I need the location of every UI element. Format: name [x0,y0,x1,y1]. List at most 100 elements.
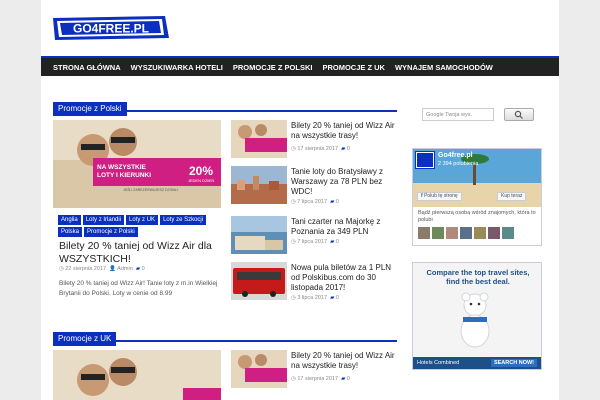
tag[interactable]: Polska [58,227,83,237]
section-header-uk: Promocje z UK [53,328,397,346]
featured-meta: ◷ 22 sierpnia 2017 👤 Admin ▰ 0 [59,266,145,272]
user-icon: 👤 [109,266,116,272]
comment-count[interactable]: 0 [142,266,145,272]
clock-icon: ◷ [291,199,296,205]
avatar[interactable] [460,227,472,239]
list-item-title[interactable]: Bilety 20 % taniej od Wizz Air na wszyst… [291,121,399,141]
post-thumbnail[interactable] [231,216,287,254]
list-item-meta: ◷ 3 lipca 2017 ▰ 0 [291,295,339,301]
featured-image[interactable]: NA WSZYSTKIE LOTY I KIERUNKI 20% JEDEN D… [53,120,221,208]
nav-item-promo-poland[interactable]: PROMOCJE Z POLSKI [233,63,313,72]
clock-icon: ◷ [291,295,296,301]
fb-page-name[interactable]: Go4free.pl [438,152,473,159]
page: GO4FREE.PL STRONA GŁÓWNA WYSZUKIWARKA HO… [41,0,559,400]
tag[interactable]: Promocje z Polski [84,227,138,237]
list-item-title[interactable]: Nowa pula biletów za 1 PLN od Polskibus.… [291,263,399,293]
clock-icon: ◷ [291,239,296,245]
post-date: 3 lipca 2017 [297,295,328,301]
main-nav: STRONA GŁÓWNA WYSZUKIWARKA HOTELI PROMOC… [41,56,559,76]
avatar[interactable] [446,227,458,239]
avatar[interactable] [474,227,486,239]
fb-likes: 2 394 polubienia [438,161,479,167]
section-header-poland: Promocje z Polski [53,98,397,116]
post-thumbnail[interactable] [231,262,287,300]
clock-icon: ◷ [291,146,296,152]
comment-icon: ▰ [135,266,141,272]
comment-icon: ▰ [330,295,335,301]
list-item: Tanie loty do Bratysławy z Warszawy za 7… [231,166,397,212]
featured-excerpt: Bilety 20 % taniej od Wizz Air! Tanie lo… [59,280,218,297]
fb-like-label: Polub tę stronę [424,193,458,199]
post-date: 7 lipca 2017 [297,199,328,205]
comment-count[interactable]: 0 [347,146,350,152]
avatar[interactable] [502,227,514,239]
thumb-city [231,166,287,204]
search-widget: Google Twoja wys. [422,108,542,122]
tag-list: Anglia Loty z Irlandii Loty z UK Loty ze… [58,215,218,237]
thumb-wizz [231,350,287,388]
post-thumbnail[interactable] [231,120,287,158]
list-item-title[interactable]: Tanie loty do Bratysławy z Warszawy za 7… [291,167,399,197]
logo-text: GO4FREE.PL [73,22,149,36]
list-item-title[interactable]: Tani czarter na Majorkę z Poznania za 34… [291,217,399,237]
comment-icon: ▰ [341,376,346,382]
comment-count[interactable]: 0 [336,239,339,245]
clock-icon: ◷ [291,376,296,382]
fb-like-button[interactable]: f Polub tę stronę [417,192,462,201]
fb-friend-avatars [418,227,514,239]
ad-headline: Compare the top travel sites, find the b… [426,268,530,286]
comment-count[interactable]: 0 [336,199,339,205]
comment-count[interactable]: 0 [336,295,339,301]
section-title[interactable]: Promocje z UK [53,332,117,346]
list-item: Bilety 20 % taniej od Wizz Air na wszyst… [231,120,397,166]
thumb-bus [231,262,287,300]
featured-image[interactable] [53,350,221,400]
featured-photo: NA WSZYSTKIE LOTY I KIERUNKI 20% JEDEN D… [53,120,221,208]
nav-item-car-rental[interactable]: WYNAJEM SAMOCHODÓW [395,63,493,72]
thumb-wizz [231,120,287,158]
comment-icon: ▰ [330,239,335,245]
section-title[interactable]: Promocje z Polski [53,102,127,116]
search-button[interactable] [504,108,534,121]
nav-item-home[interactable]: STRONA GŁÓWNA [53,63,121,72]
list-item: Tani czarter na Majorkę z Poznania za 34… [231,216,397,262]
post-date: 22 sierpnia 2017 [65,266,107,272]
tag[interactable]: Loty ze Szkocji [160,215,207,225]
thumb-coast [231,216,287,254]
list-item-meta: ◷ 7 lipca 2017 ▰ 0 [291,199,339,205]
list-item-title[interactable]: Bilety 20 % taniej od Wizz Air na wszyst… [291,351,399,371]
list-item-meta: ◷ 17 sierpnia 2017 ▰ 0 [291,376,350,382]
fb-friends-text: Bądź pierwszą osobą wśród znajomych, któ… [418,210,536,223]
fb-share-button[interactable]: Kup teraz [497,192,527,201]
header: GO4FREE.PL [41,0,559,56]
featured-title[interactable]: Bilety 20 % taniej od Wizz Air dla WSZYS… [59,240,224,266]
ad-cta-button[interactable]: SEARCH NOW! [490,359,537,367]
nav-item-hotels[interactable]: WYSZUKIWARKA HOTELI [131,63,223,72]
site-logo[interactable]: GO4FREE.PL [53,12,169,42]
post-author[interactable]: Admin [117,266,133,272]
tag[interactable]: Anglia [58,215,81,225]
list-item-meta: ◷ 17 sierpnia 2017 ▰ 0 [291,146,350,152]
list-item: Bilety 20 % taniej od Wizz Air na wszyst… [231,350,397,396]
tag[interactable]: Loty z Irlandii [82,215,125,225]
post-date: 17 sierpnia 2017 [297,146,339,152]
hotels-combined-ad[interactable]: Compare the top travel sites, find the b… [412,262,542,370]
avatar[interactable] [488,227,500,239]
clock-icon: ◷ [59,266,64,272]
search-icon [514,110,523,119]
banner-percent: 20% [189,164,213,178]
post-thumbnail[interactable] [231,166,287,204]
bear-mascot-icon [460,292,490,348]
comment-icon: ▰ [330,199,335,205]
search-input[interactable]: Google Twoja wys. [422,108,494,121]
tag[interactable]: Loty z UK [126,215,159,225]
avatar[interactable] [418,227,430,239]
post-thumbnail[interactable] [231,350,287,388]
comment-icon: ▰ [341,146,346,152]
post-date: 7 lipca 2017 [297,239,328,245]
avatar[interactable] [432,227,444,239]
nav-item-promo-uk[interactable]: PROMOCJE Z UK [322,63,385,72]
ad-footer: Hotels Combined SEARCH NOW! [413,357,541,369]
comment-count[interactable]: 0 [347,376,350,382]
banner-line-1: NA WSZYSTKIE [97,164,147,171]
